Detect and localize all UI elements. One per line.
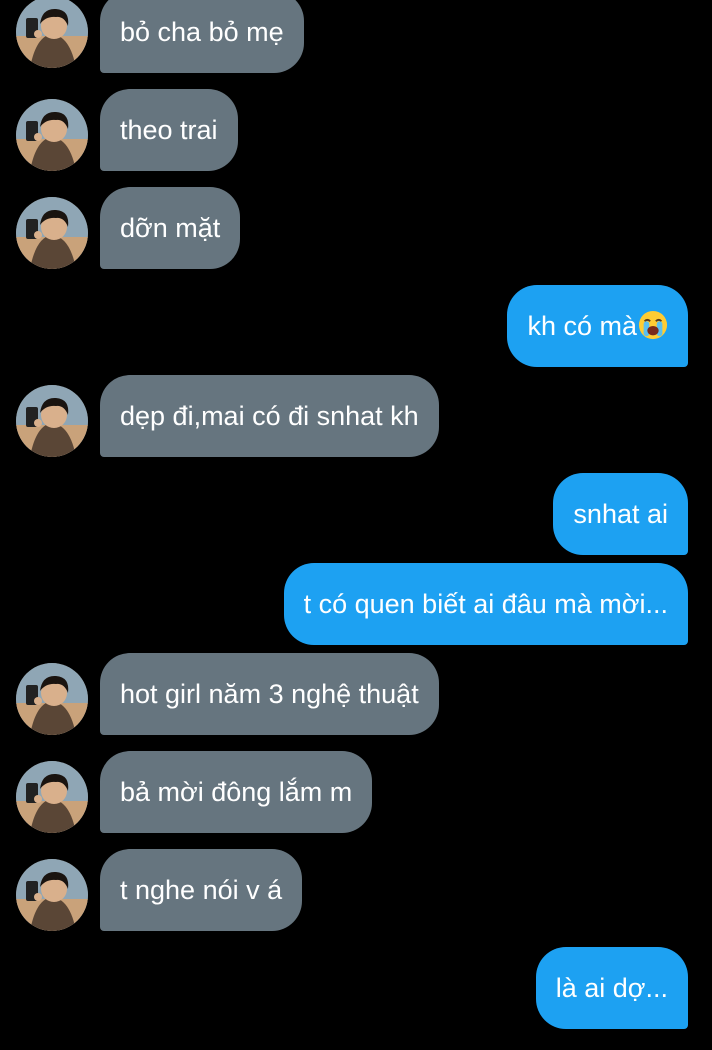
- avatar[interactable]: [16, 761, 88, 833]
- message-thread: bỏ cha bỏ mẹ theo trai dỡn mặt kh có mà …: [0, 0, 712, 1050]
- avatar[interactable]: [16, 197, 88, 269]
- avatar[interactable]: [16, 385, 88, 457]
- message-bubble[interactable]: hot girl năm 3 nghệ thuật: [100, 653, 439, 735]
- message-bubble[interactable]: theo trai: [100, 89, 238, 171]
- message-bubble[interactable]: dẹp đi,mai có đi snhat kh: [100, 375, 439, 457]
- message-bubble[interactable]: là ai dợ...: [535, 947, 688, 1029]
- avatar[interactable]: [16, 0, 88, 68]
- message-bubble[interactable]: bả mời đông lắm m: [100, 751, 373, 833]
- message-bubble[interactable]: bỏ cha bỏ mẹ: [100, 0, 304, 73]
- message-bubble[interactable]: kh có mà: [507, 285, 688, 367]
- message-bubble[interactable]: t nghe nói v á: [100, 849, 303, 931]
- loudly-crying-face-icon: [638, 310, 668, 340]
- avatar[interactable]: [16, 859, 88, 931]
- message-bubble[interactable]: t có quen biết ai đâu mà mời...: [283, 563, 688, 645]
- avatar[interactable]: [16, 663, 88, 735]
- avatar[interactable]: [16, 99, 88, 171]
- message-text: kh có mà: [527, 311, 637, 341]
- message-bubble[interactable]: dỡn mặt: [100, 187, 241, 269]
- message-bubble[interactable]: snhat ai: [553, 473, 688, 555]
